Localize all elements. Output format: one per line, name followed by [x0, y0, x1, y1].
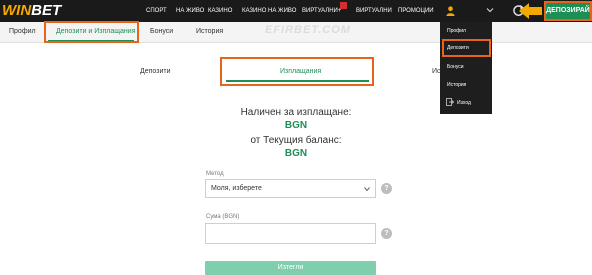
logo-part-win: WIN — [2, 2, 32, 19]
top-bar: WINBET СПОРТ НА ЖИВО КАЗИНО КАЗИНО НА ЖИ… — [0, 0, 592, 22]
chevron-down-icon[interactable] — [486, 6, 494, 14]
annotation-highlight-deposits — [442, 39, 491, 57]
nav-virtual-plus[interactable]: ВИРТУАЛНИ+ — [302, 0, 341, 22]
method-select-value: Моля, изберете — [211, 185, 262, 192]
subtab-history[interactable]: История — [196, 22, 223, 42]
nav-promotions[interactable]: ПРОМОЦИИ — [398, 0, 434, 22]
user-menu-profile[interactable]: Профил — [447, 28, 466, 34]
logout-icon — [446, 98, 454, 106]
winbet-logo[interactable]: WINBET — [2, 2, 61, 20]
method-label: Метод — [206, 171, 224, 177]
chevron-down-icon — [364, 187, 370, 192]
amount-help-icon[interactable]: ? — [381, 228, 392, 239]
user-menu-history[interactable]: История — [447, 82, 466, 88]
tab-deposits[interactable]: Депозити — [140, 68, 170, 75]
nav-live[interactable]: НА ЖИВО — [176, 0, 204, 22]
available-currency: BGN — [284, 120, 308, 131]
nav-casino[interactable]: КАЗИНО — [208, 0, 232, 22]
nav-sport[interactable]: СПОРТ — [146, 0, 167, 22]
method-help-icon[interactable]: ? — [381, 183, 392, 194]
new-badge — [340, 2, 347, 9]
current-balance-label: от Текущия баланс: — [250, 135, 342, 146]
nav-virtual[interactable]: ВИРТУАЛНИ — [356, 0, 392, 22]
available-label: Наличен за изплащане: — [240, 107, 352, 118]
nav-live-casino[interactable]: КАЗИНО НА ЖИВО — [242, 0, 296, 22]
amount-input[interactable] — [205, 223, 376, 244]
current-balance-currency: BGN — [284, 148, 308, 159]
annotation-arrow-icon — [519, 3, 542, 19]
user-menu-bonuses[interactable]: Бонуси — [447, 64, 464, 70]
subtab-bonuses[interactable]: Бонуси — [150, 22, 173, 42]
method-select[interactable]: Моля, изберете — [205, 179, 376, 198]
deposit-button[interactable]: ДЕПОЗИРАЙ — [544, 1, 592, 21]
withdraw-button[interactable]: Изтегли — [205, 261, 376, 275]
logo-part-bet: BET — [31, 2, 62, 19]
user-menu-logout[interactable]: Изход — [457, 100, 471, 106]
amount-label: Сума (BGN) — [206, 214, 240, 220]
annotation-highlight-subtab — [44, 21, 139, 43]
watermark: EFIRBET.COM — [265, 24, 351, 36]
user-icon[interactable] — [446, 6, 455, 16]
subtab-profile[interactable]: Профил — [9, 22, 36, 42]
annotation-highlight-tab — [220, 57, 374, 86]
